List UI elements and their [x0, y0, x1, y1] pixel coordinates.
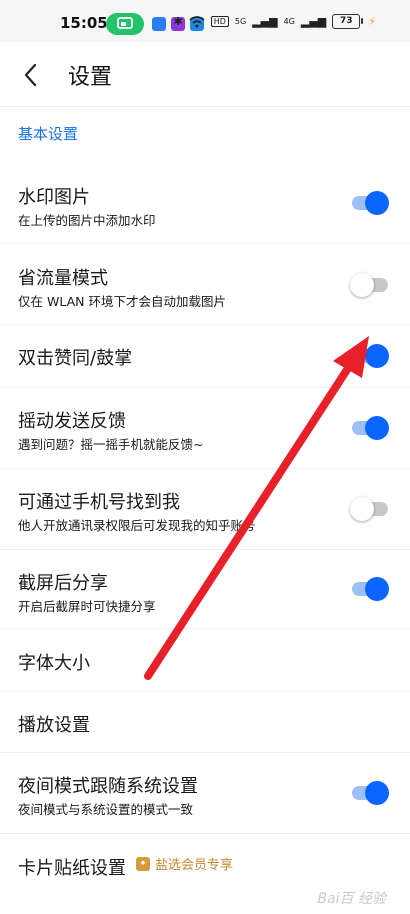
- setting-title: 摇动发送反馈: [18, 411, 126, 432]
- setting-row-shake-feedback[interactable]: 摇动发送反馈 遇到问题？摇一摇手机就能反馈~: [0, 388, 410, 469]
- toggle-knob: [365, 344, 389, 368]
- setting-row-find-by-phone[interactable]: 可通过手机号找到我 他人开放通讯录权限后可发现我的知乎账号: [0, 469, 410, 550]
- toggle-knob: [365, 416, 389, 440]
- section-title: 基本设置: [18, 125, 79, 143]
- member-badge: ✦ 盐选会员专享: [136, 854, 233, 873]
- setting-subtitle: 他人开放通讯录权限后可发现我的知乎账号: [18, 518, 256, 533]
- status-bar: 15:05 ✱ HD 5G ▂▄▆ 4G ▂▄▆ 73 ⚡: [0, 0, 410, 42]
- wifi-icon: [189, 15, 205, 27]
- vip-icon: ✦: [136, 856, 150, 871]
- setting-row-font-size[interactable]: 字体大小: [0, 629, 410, 692]
- badge-label: 盐选会员专享: [155, 858, 234, 873]
- setting-row-data-saver[interactable]: 省流量模式 仅在 WLAN 环境下才会自动加载图片: [0, 244, 410, 325]
- watermark: Bai百 经验: [317, 891, 386, 907]
- toggle-knob: [365, 577, 389, 601]
- charging-icon: ⚡: [368, 15, 376, 28]
- night-mode-toggle[interactable]: [352, 781, 389, 805]
- find-by-phone-toggle[interactable]: [350, 497, 388, 521]
- status-time: 15:05: [60, 14, 108, 32]
- setting-title: 双击赞同/鼓掌: [18, 348, 133, 369]
- setting-title: 省流量模式: [18, 268, 108, 289]
- setting-row-card-sticker[interactable]: 卡片贴纸设置 ✦ 盐选会员专享: [0, 834, 410, 896]
- setting-row-watermark[interactable]: 水印图片 在上传的图片中添加水印: [0, 163, 410, 244]
- setting-subtitle: 夜间模式与系统设置的模式一致: [18, 802, 194, 817]
- shake-feedback-toggle[interactable]: [352, 416, 389, 440]
- data-saver-toggle[interactable]: [350, 273, 388, 297]
- double-tap-toggle[interactable]: [352, 344, 389, 368]
- setting-subtitle: 在上传的图片中添加水印: [18, 213, 156, 228]
- setting-title: 截屏后分享: [18, 573, 108, 594]
- setting-row-double-tap[interactable]: 双击赞同/鼓掌: [0, 325, 410, 388]
- bluetooth-icon: ✱: [173, 15, 183, 28]
- signal-bars-icon: ▂▄▆: [252, 15, 278, 28]
- hd-icon: HD: [210, 16, 229, 27]
- signal-bars-icon: ▂▄▆: [300, 15, 327, 28]
- battery-level: 73: [340, 16, 353, 26]
- setting-row-playback[interactable]: 播放设置: [0, 692, 410, 753]
- app-notification-icon: [152, 17, 166, 31]
- setting-title: 卡片贴纸设置: [18, 858, 126, 879]
- signal-4g-icon: 4G: [283, 17, 295, 26]
- setting-subtitle: 仅在 WLAN 环境下才会自动加载图片: [18, 294, 226, 309]
- screen-cast-pill[interactable]: [106, 13, 144, 35]
- setting-subtitle: 遇到问题？摇一摇手机就能反馈~: [18, 437, 204, 452]
- setting-title: 可通过手机号找到我: [18, 492, 180, 513]
- setting-title: 夜间模式跟随系统设置: [18, 776, 198, 797]
- setting-title: 播放设置: [18, 715, 90, 736]
- app-header: 设置: [0, 42, 410, 107]
- toggle-knob: [365, 781, 389, 805]
- toggle-knob: [365, 191, 389, 215]
- watermark-toggle[interactable]: [352, 191, 389, 215]
- chevron-left-icon[interactable]: [14, 58, 48, 92]
- status-indicators: ✱ HD 5G ▂▄▆ 4G ▂▄▆ 73 ⚡: [173, 14, 376, 29]
- page-title: 设置: [68, 65, 113, 90]
- signal-5g-icon: 5G: [234, 17, 247, 26]
- setting-title: 水印图片: [18, 187, 90, 208]
- cast-icon: [117, 17, 133, 29]
- setting-row-night-mode[interactable]: 夜间模式跟随系统设置 夜间模式与系统设置的模式一致: [0, 753, 410, 834]
- toggle-knob: [350, 273, 374, 297]
- battery-icon: 73: [332, 14, 364, 29]
- setting-title: 字体大小: [18, 653, 90, 674]
- setting-row-screenshot-share[interactable]: 截屏后分享 开启后截屏时可快捷分享: [0, 550, 410, 629]
- toggle-knob: [350, 497, 374, 521]
- setting-subtitle: 开启后截屏时可快捷分享: [18, 599, 156, 614]
- settings-list: 基本设置 水印图片 在上传的图片中添加水印 省流量模式 仅在 WLAN 环境下才…: [0, 107, 410, 914]
- screenshot-share-toggle[interactable]: [352, 577, 389, 601]
